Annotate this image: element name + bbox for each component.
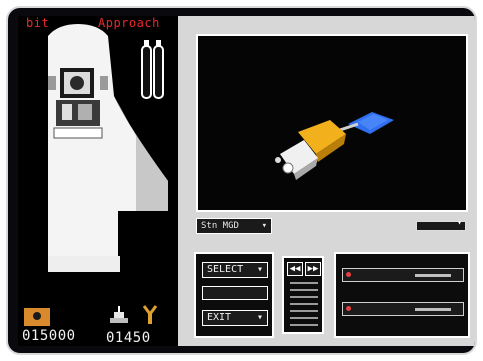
- exit-button[interactable]: EXIT ▾: [202, 310, 268, 326]
- camera-viewport[interactable]: [196, 34, 468, 212]
- tank-right: [153, 45, 164, 99]
- fuel-counter: 01450: [106, 330, 151, 346]
- chevron-down-icon: ▾: [261, 221, 267, 231]
- chevron-down-icon: ▾: [256, 312, 263, 323]
- chevron-down-icon: ▾: [457, 218, 462, 227]
- orbit-mode-label: bit: [26, 16, 50, 30]
- game-screen: bit Approach 015000 01450 Stn MGD ▾ ▾ SE…: [6, 6, 477, 355]
- approach-mode-label: Approach: [98, 16, 160, 30]
- camera-select-value: Stn MGD: [201, 221, 239, 231]
- satellite-icon: [110, 306, 128, 323]
- chevron-down-icon: ▾: [256, 264, 263, 275]
- slider-indicator: [346, 272, 351, 277]
- throttle-gauge-line: [290, 289, 318, 291]
- rewind-icon: ◀◀: [289, 264, 301, 274]
- command-menu: SELECT ▾ EXIT ▾: [194, 252, 274, 338]
- throttle-gauge-line: [290, 282, 318, 284]
- throttle-gauge-line: [290, 324, 318, 326]
- shuttle-cockpit-graphic: [24, 24, 168, 326]
- tank-left: [141, 45, 152, 99]
- select-button[interactable]: SELECT ▾: [202, 262, 268, 278]
- camera-select-dropdown[interactable]: Stn MGD ▾: [196, 218, 272, 234]
- thruster-sliders: [334, 252, 470, 338]
- rewind-button[interactable]: ◀◀: [287, 262, 303, 276]
- select-button-label: SELECT: [207, 264, 244, 275]
- slider-fill: [415, 274, 451, 277]
- exit-button-label: EXIT: [207, 312, 232, 323]
- throttle-gauge-line: [290, 317, 318, 319]
- zoom-dropdown[interactable]: ▾: [416, 218, 466, 231]
- satellite-render: [275, 112, 394, 180]
- fast-forward-button[interactable]: ▶▶: [305, 262, 321, 276]
- tool-icon: [142, 305, 158, 324]
- control-panel: Stn MGD ▾ ▾ SELECT ▾ EXIT ▾ ◀◀ ▶▶: [178, 16, 475, 346]
- fast-forward-icon: ▶▶: [307, 264, 319, 274]
- throttle-gauge-line: [290, 303, 318, 305]
- thrust-slider[interactable]: [342, 268, 464, 282]
- rotation-slider[interactable]: [342, 302, 464, 316]
- slider-indicator: [346, 306, 351, 311]
- navigation-controls: ◀◀ ▶▶: [282, 256, 324, 334]
- command-field[interactable]: [202, 286, 268, 300]
- cockpit-panel: bit Approach 015000 01450: [18, 16, 178, 346]
- slider-fill: [415, 308, 451, 311]
- throttle-gauge-line: [290, 296, 318, 298]
- score-counter: 015000: [22, 328, 76, 344]
- throttle-gauge-line: [290, 310, 318, 312]
